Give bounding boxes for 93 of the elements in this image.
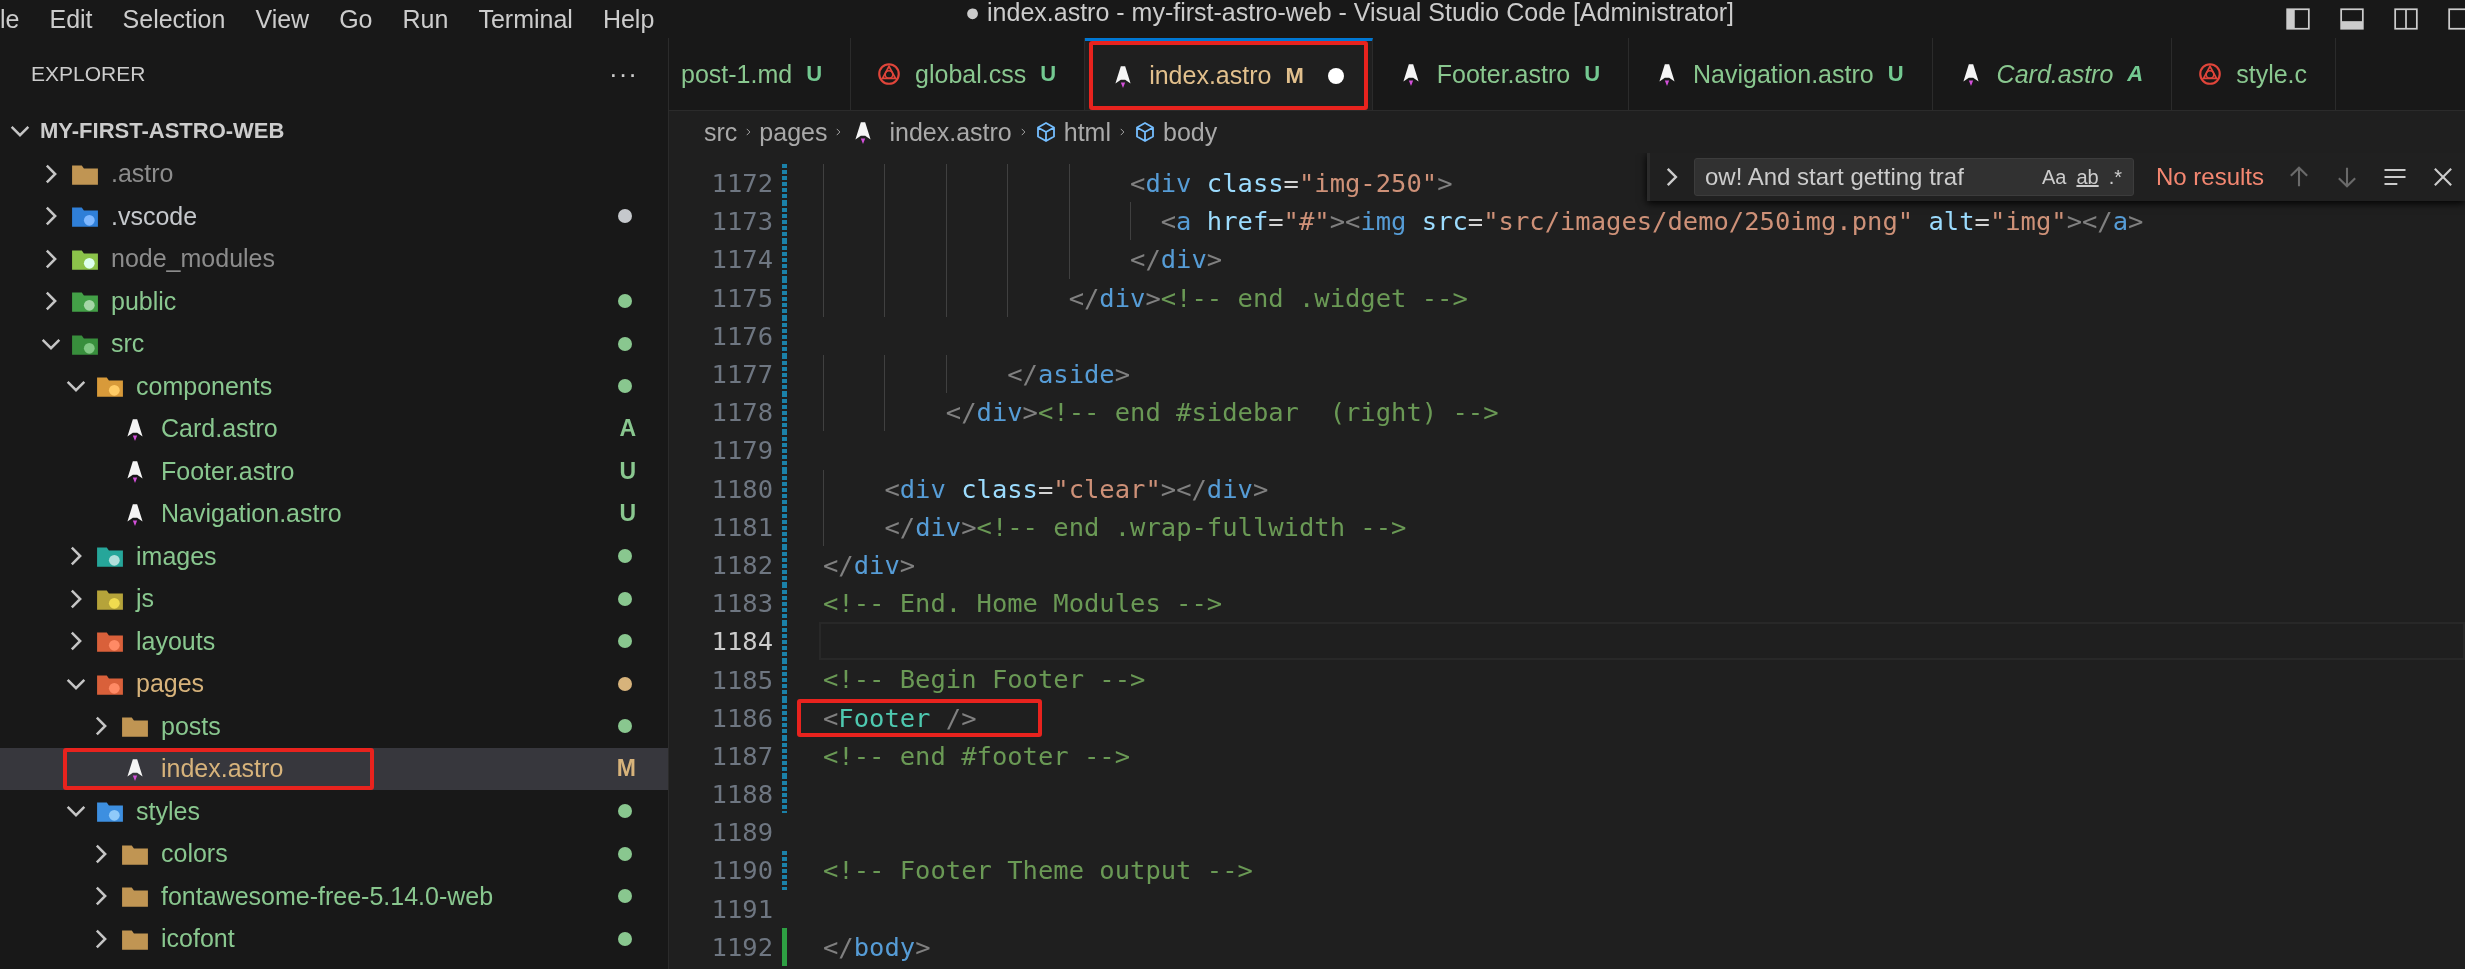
menu-item[interactable]: Terminal [478,4,573,34]
tree-item[interactable]: Footer.astro U [0,450,668,493]
line-number: 1182 [710,549,773,580]
line-number: 1188 [710,779,773,810]
code-line: <div class="clear"></div> [823,469,1269,508]
window-title: ● index.astro - my-first-astro-web - Visual Studio Code [Administrator] [965,0,1735,28]
line-number: 1192 [710,931,773,962]
code-line: </div><!-- end #sidebar (right) --> [823,393,1499,432]
tree-item[interactable]: layouts [0,620,668,663]
tree-item[interactable]: components [0,365,668,408]
line-number: 1187 [710,740,773,771]
git-status-label: U [806,61,823,87]
line-number: 1175 [710,282,773,313]
layout-icon[interactable] [2339,6,2365,32]
line-number: 1181 [710,511,773,542]
whole-word-toggle[interactable]: ab [2071,165,2104,189]
layout-icon[interactable] [2285,6,2311,32]
match-case-toggle[interactable]: Aa [2036,165,2072,189]
code-line: </body> [823,930,931,964]
tree-item[interactable]: .astro [0,152,668,195]
tree-item[interactable]: Navigation.astro U [0,492,668,535]
code-line: <div class="img-250"> [823,164,1453,203]
git-status-label: U [619,457,636,485]
menu-item[interactable]: Edit [49,4,93,34]
tree-item[interactable]: Card.astro A [0,407,668,450]
cube-icon [1133,120,1157,144]
sidebar-title: EXPLORER [31,62,146,86]
menu-item[interactable]: Selection [122,4,226,34]
find-result: No results [2156,163,2265,191]
menu-item[interactable]: Help [602,4,655,34]
line-number: 1176 [710,320,773,351]
line-number: 1183 [710,588,773,619]
tree-item[interactable]: styles [0,790,668,833]
breadcrumb-item[interactable]: src [704,117,738,147]
menu-item[interactable]: le [0,4,20,34]
line-number: 1191 [710,893,773,924]
tree-item[interactable]: node_modules [0,237,668,280]
breadcrumb-item[interactable]: html [1033,117,1111,147]
line-number: 1185 [710,664,773,695]
code-line: </aside> [823,354,1131,394]
editor-tab[interactable]: index.astro M [1085,38,1373,110]
line-number: 1173 [710,206,773,237]
tree-item[interactable]: colors [0,832,668,875]
code-line: <!-- Begin Footer --> [823,663,1146,697]
breadcrumb-item[interactable]: index.astro [849,117,1012,147]
code-line: <!-- End. Home Modules --> [823,587,1223,621]
line-number: 1179 [710,435,773,466]
find-field[interactable]: ow! And start getting traf Aa ab .* [1694,158,2134,196]
git-status-label: U [1040,61,1057,87]
code-line: </div><!-- end .wrap-fullwidth --> [823,507,1407,546]
code-line: </div> [823,548,916,582]
git-status-label: U [619,500,636,528]
tree-item[interactable]: MY-FIRST-ASTRO-WEB [0,110,668,153]
git-status-label: U [1584,61,1601,87]
menu-item[interactable]: Go [339,4,373,34]
line-number: 1172 [710,168,773,199]
line-number: 1184 [710,626,773,657]
menu-item[interactable]: View [255,4,310,34]
tree-item[interactable]: images [0,535,668,578]
unsaved-dot[interactable] [1327,67,1344,84]
code-line: </div> [823,240,1223,279]
breadcrumb-item[interactable]: body [1133,117,1218,147]
line-number: 1189 [710,817,773,848]
tree-item[interactable]: index.astro M [0,747,668,790]
more-actions-button[interactable]: ··· [609,58,638,90]
tree-item[interactable]: icofont [0,917,668,960]
git-status-label: A [619,415,636,443]
git-status-label: M [1285,62,1304,89]
code-line: </div><!-- end .widget --> [823,278,1468,317]
code-line: <Footer /> [823,701,977,735]
git-status-label: U [1887,61,1904,87]
regex-toggle[interactable]: .* [2103,165,2127,189]
menu-item[interactable]: Run [402,4,449,34]
tree-item[interactable]: js [0,577,668,620]
breadcrumb-item[interactable]: pages [759,117,828,147]
tree-item[interactable]: src [0,322,668,365]
git-status-label: A [2127,61,2144,87]
line-number: 1186 [710,702,773,733]
line-number: 1177 [710,359,773,390]
code-line: <!-- Footer Theme output --> [823,854,1253,888]
line-number: 1180 [710,473,773,504]
tree-item[interactable]: pages [0,662,668,705]
line-number: 1178 [710,397,773,428]
tree-item[interactable]: posts [0,705,668,748]
code-line: <a href="#"><img src="src/images/demo/250img.png" alt="img"></a> [823,202,2144,241]
tree-item[interactable]: fontawesome-free-5.14.0-web [0,875,668,918]
line-number: 1174 [710,244,773,275]
line-number: 1190 [710,855,773,886]
tree-item[interactable]: .vscode [0,195,668,238]
tree-item[interactable]: public [0,280,668,323]
code-line: <!-- end #footer --> [823,739,1131,773]
layout-icon[interactable] [2393,6,2419,32]
git-status-label: M [616,755,636,783]
